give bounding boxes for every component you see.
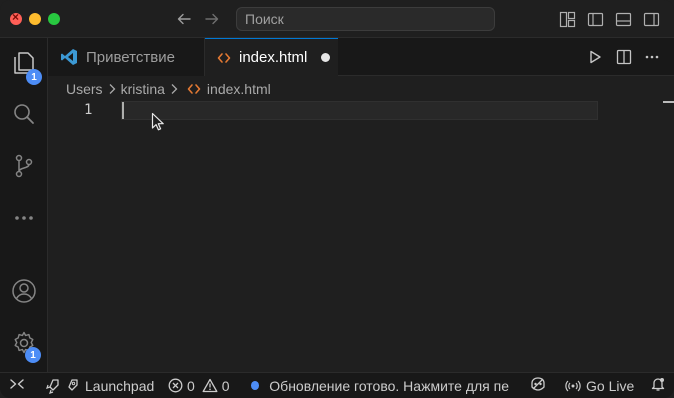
toggle-secondary-sidebar-icon[interactable] (641, 9, 661, 29)
breadcrumb-kristina[interactable]: kristina (121, 81, 165, 97)
tab-welcome-label: Приветствие (86, 48, 175, 66)
title-bar: Поиск (0, 0, 674, 38)
update-dot-icon (251, 381, 260, 390)
split-editor-icon[interactable] (614, 47, 634, 67)
chevron-right-icon (107, 83, 117, 95)
chevron-right-icon (169, 83, 179, 95)
search-button[interactable] (0, 93, 48, 139)
rocket-outline-icon (63, 378, 79, 394)
warning-icon (202, 378, 218, 393)
activity-bar: 1 1 (0, 38, 48, 372)
html-file-icon (187, 82, 201, 96)
forward-arrow-icon[interactable] (201, 8, 223, 30)
remote-icon (9, 376, 25, 395)
more-views-button[interactable] (0, 197, 48, 243)
vscode-logo-icon (60, 48, 78, 66)
manage-badge: 1 (25, 347, 41, 363)
command-center-search[interactable]: Поиск (236, 7, 495, 31)
tab-index-label: index.html (239, 49, 308, 66)
go-live-button[interactable]: Go Live (565, 373, 634, 398)
vscode-window: Поиск 1 (0, 0, 674, 398)
bell-icon (650, 376, 666, 395)
back-arrow-icon[interactable] (173, 8, 195, 30)
tab-welcome[interactable]: Приветствие (48, 38, 205, 76)
more-actions-icon[interactable] (642, 47, 662, 67)
copilot-status[interactable] (529, 373, 547, 398)
status-bar: Launchpad 0 0 Обновление готово. Нажмите… (0, 372, 674, 398)
source-control-icon (11, 153, 37, 184)
remote-indicator[interactable] (9, 373, 25, 398)
current-line-highlight (121, 101, 598, 120)
breadcrumb: Users kristina index.html (66, 79, 271, 99)
source-control-button[interactable] (0, 145, 48, 191)
problems-indicator[interactable]: 0 0 (168, 373, 230, 398)
broadcast-icon (565, 378, 581, 394)
launchpad-label: Launchpad (85, 377, 155, 394)
toggle-primary-sidebar-icon[interactable] (585, 9, 605, 29)
maximize-window-button[interactable] (48, 13, 60, 25)
copilot-icon (529, 376, 547, 395)
explorer-button[interactable]: 1 (0, 42, 48, 88)
explorer-badge: 1 (26, 69, 42, 85)
close-window-button[interactable] (10, 10, 22, 25)
html-file-icon (217, 51, 231, 65)
warning-count: 0 (221, 377, 230, 394)
text-caret (122, 102, 124, 119)
mouse-cursor-icon (151, 112, 165, 137)
error-icon (168, 378, 183, 393)
breadcrumb-index-html[interactable]: index.html (207, 81, 271, 97)
rocket-icon (44, 378, 60, 394)
update-notification[interactable]: Обновление готово. Нажмите для пе (251, 373, 509, 398)
breadcrumb-users[interactable]: Users (66, 81, 103, 97)
code-editor[interactable]: 1 (48, 98, 674, 372)
update-message: Обновление готово. Нажмите для пе (269, 377, 509, 394)
search-icon (11, 101, 37, 132)
editor-tab-bar: Приветствие index.html (48, 38, 674, 76)
overview-ruler-marker (663, 101, 674, 103)
error-count: 0 (187, 377, 195, 394)
launchpad-item[interactable]: Launchpad (44, 373, 154, 398)
tab-index-html[interactable]: index.html (205, 38, 338, 76)
unsaved-dot-icon[interactable] (321, 53, 331, 62)
account-icon (11, 278, 37, 309)
search-placeholder: Поиск (245, 11, 284, 27)
ellipsis-icon (11, 205, 37, 236)
notifications-button[interactable] (650, 373, 666, 398)
customize-layout-icon[interactable] (557, 9, 577, 29)
line-number: 1 (84, 102, 93, 118)
accounts-button[interactable] (0, 270, 48, 316)
manage-button[interactable]: 1 (0, 322, 48, 368)
run-icon[interactable] (585, 47, 605, 67)
go-live-label: Go Live (586, 377, 635, 394)
minimize-window-button[interactable] (29, 13, 41, 25)
toggle-panel-icon[interactable] (613, 9, 633, 29)
